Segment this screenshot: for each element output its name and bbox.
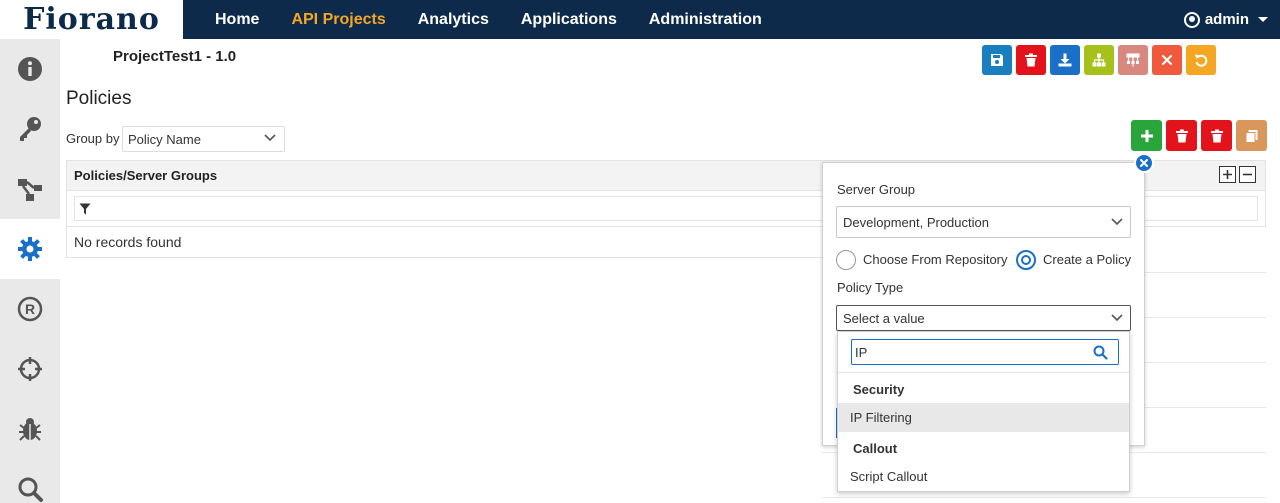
sidebar: R xyxy=(0,39,60,503)
choose-from-repository-radio[interactable] xyxy=(836,250,856,270)
user-icon xyxy=(1183,11,1200,28)
dropdown-group-callout: Callout xyxy=(853,441,898,456)
flow-icon xyxy=(18,179,42,201)
user-name: admin xyxy=(1204,11,1249,28)
sidebar-item-debug[interactable] xyxy=(0,399,60,459)
dropdown-option-script-callout[interactable]: Script Callout xyxy=(838,462,1129,491)
save-button[interactable] xyxy=(982,45,1012,75)
top-navbar: Fiorano Home API Projects Analytics Appl… xyxy=(0,0,1280,39)
sidebar-item-registered[interactable]: R xyxy=(0,279,60,339)
expand-collapse-controls xyxy=(1219,166,1256,183)
trash-icon xyxy=(1175,129,1188,142)
network-button[interactable] xyxy=(1118,45,1148,75)
trash-icon xyxy=(1210,129,1223,142)
sidebar-item-target[interactable] xyxy=(0,339,60,399)
close-popup-button[interactable] xyxy=(1134,153,1154,173)
search-icon xyxy=(1093,345,1108,360)
nav-administration[interactable]: Administration xyxy=(633,11,778,29)
download-icon xyxy=(1058,53,1072,67)
group-by-value: Policy Name xyxy=(128,131,201,147)
page-title: Policies xyxy=(66,88,132,109)
close-icon xyxy=(1161,54,1173,66)
server-group-label: Server Group xyxy=(837,182,916,197)
dropdown-group-security: Security xyxy=(853,382,905,397)
plus-box-icon xyxy=(1223,170,1232,179)
group-by-label: Group by xyxy=(66,131,120,146)
user-menu[interactable]: admin xyxy=(1183,0,1268,39)
hierarchy-icon xyxy=(1092,53,1106,67)
dropdown-divider xyxy=(838,372,1129,373)
save-icon xyxy=(991,54,1003,66)
policy-type-dropdown: IP Security IP Filtering Callout Script … xyxy=(837,331,1130,492)
copy-policy-button[interactable] xyxy=(1236,120,1267,151)
plus-icon xyxy=(1140,129,1153,142)
nav-api-projects[interactable]: API Projects xyxy=(275,11,401,29)
info-icon xyxy=(18,57,42,81)
registered-icon: R xyxy=(17,296,43,322)
close-icon xyxy=(1140,159,1148,167)
main-nav: Home API Projects Analytics Applications… xyxy=(199,0,778,39)
delete-policy-button[interactable] xyxy=(1166,120,1197,151)
sidebar-item-keys[interactable] xyxy=(0,99,60,159)
project-toolbar xyxy=(982,45,1216,75)
choose-from-repository-label: Choose From Repository xyxy=(863,252,1008,267)
policy-type-value: Select a value xyxy=(843,310,925,326)
sidebar-item-search[interactable] xyxy=(0,459,60,503)
undo-button[interactable] xyxy=(1186,45,1216,75)
nav-applications[interactable]: Applications xyxy=(505,11,633,29)
policy-type-label: Policy Type xyxy=(837,280,904,295)
create-policy-label: Create a Policy xyxy=(1043,252,1132,267)
delete-project-button[interactable] xyxy=(1016,45,1046,75)
filter-icon[interactable] xyxy=(79,203,91,215)
policy-type-select[interactable]: Select a value xyxy=(836,305,1131,331)
dropdown-search-input[interactable]: IP xyxy=(851,339,1119,365)
project-title: ProjectTest1 - 1.0 xyxy=(113,48,237,65)
minus-box-icon xyxy=(1243,173,1252,176)
key-icon xyxy=(20,117,41,141)
delete-all-button[interactable] xyxy=(1201,120,1232,151)
group-by-select[interactable]: Policy Name xyxy=(122,126,285,152)
logo-text: Fiorano xyxy=(23,1,160,37)
crosshair-icon xyxy=(18,357,42,381)
caret-down-icon xyxy=(1258,17,1268,22)
server-group-select[interactable]: Development, Production xyxy=(836,206,1131,238)
add-policy-button[interactable] xyxy=(1131,120,1162,151)
bug-icon xyxy=(19,418,41,441)
create-policy-radio[interactable] xyxy=(1016,250,1036,270)
expand-all-button[interactable] xyxy=(1219,166,1236,183)
nav-analytics[interactable]: Analytics xyxy=(402,11,505,29)
svg-text:R: R xyxy=(25,301,35,317)
collapse-all-button[interactable] xyxy=(1239,166,1256,183)
fiorano-logo[interactable]: Fiorano xyxy=(0,0,183,39)
dropdown-search-value: IP xyxy=(855,344,868,360)
hierarchy-button[interactable] xyxy=(1084,45,1114,75)
sidebar-item-settings[interactable] xyxy=(0,219,60,279)
undo-icon xyxy=(1195,54,1208,67)
nav-home[interactable]: Home xyxy=(199,11,275,29)
network-icon xyxy=(1126,53,1140,67)
sidebar-item-info[interactable] xyxy=(0,39,60,99)
chevron-down-icon xyxy=(264,134,276,142)
close-button[interactable] xyxy=(1152,45,1182,75)
gear-icon xyxy=(18,237,42,261)
server-group-value: Development, Production xyxy=(843,214,989,230)
sidebar-item-flow[interactable] xyxy=(0,159,60,219)
policy-toolbar xyxy=(1131,120,1267,151)
copy-icon xyxy=(1245,129,1257,143)
dropdown-option-ip-filtering[interactable]: IP Filtering xyxy=(838,403,1129,432)
trash-icon xyxy=(1025,53,1037,67)
chevron-down-icon xyxy=(1111,218,1123,226)
download-button[interactable] xyxy=(1050,45,1080,75)
chevron-down-icon xyxy=(1111,314,1123,322)
search-icon xyxy=(18,477,43,502)
